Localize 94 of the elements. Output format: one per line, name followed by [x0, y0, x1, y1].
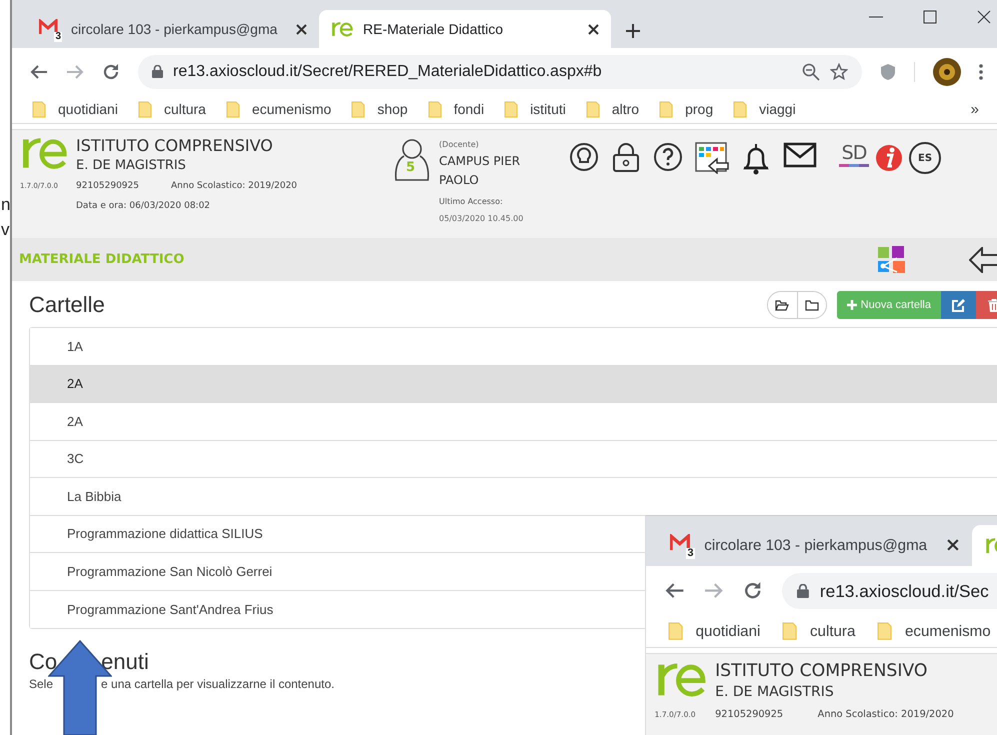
bookmark[interactable]: cultura [138, 100, 206, 118]
collapse-all-button[interactable] [796, 292, 826, 318]
school-title: ISTITUTO COMPRENSIVO [76, 136, 274, 156]
zoom-out-icon[interactable] [802, 62, 820, 80]
url-text: re13.axioscloud.it/Sec [820, 580, 990, 602]
close-icon[interactable] [296, 24, 307, 34]
bookmark[interactable]: ecumenismo [226, 100, 332, 118]
back-icon[interactable] [30, 64, 48, 80]
mail-count: 3 [686, 548, 695, 560]
lock-icon [152, 65, 163, 78]
page-title: MATERIALE DIDATTICO [19, 252, 184, 267]
school-year: Anno Scolastico: 2019/2020 [818, 708, 954, 722]
bookmark[interactable]: ecumenismo [876, 622, 991, 641]
bookmark[interactable]: fondi [428, 100, 484, 118]
escape-icon[interactable]: ES [909, 142, 942, 174]
address-bar[interactable]: re13.axioscloud.it/Secret/RERED_MaterialeDidattico.aspx#b [138, 54, 862, 88]
school-title: ISTITUTO COMPRENSIVO [715, 660, 929, 682]
close-icon[interactable] [977, 10, 991, 24]
close-icon[interactable] [947, 539, 960, 552]
edit-icon [952, 298, 965, 312]
user-number: 5 [406, 160, 416, 175]
folder-icon [733, 100, 748, 118]
bell-icon[interactable] [741, 142, 772, 176]
date-time: Data e ora: 06/03/2020 08:02 [76, 200, 212, 213]
last-access-label: Ultimo Accesso: [439, 196, 504, 208]
folder-item[interactable]: 1A [30, 328, 997, 366]
logo-icon [20, 136, 68, 170]
folder-icon [504, 100, 518, 118]
info-icon[interactable] [875, 142, 904, 172]
folder-icon [659, 100, 674, 118]
browser-tab[interactable]: RE-Materiale Didattico [319, 10, 611, 48]
user-role: (Docente) [439, 139, 480, 151]
section-title: enuti [101, 649, 149, 675]
back-icon[interactable] [665, 582, 685, 600]
user-icon [393, 138, 432, 182]
bookmark[interactable]: viaggi [733, 100, 796, 118]
hint-text: Sele [29, 677, 54, 691]
url-text: re13.axioscloud.it/Secret/RERED_MaterialeDidattico.aspx#b [173, 62, 603, 80]
browser-tab[interactable]: 3 circolare 103 - pierkampus@gma [27, 10, 319, 48]
help-icon[interactable] [653, 142, 684, 172]
folder-icon [804, 300, 819, 310]
sd-logo[interactable]: SD [839, 142, 870, 167]
calendar-icon[interactable] [695, 142, 730, 174]
folder-icon [351, 100, 366, 118]
envelope-icon[interactable] [783, 142, 818, 168]
school-code: 92105290925 [715, 708, 784, 722]
background-text: n [1, 194, 10, 216]
bookmark[interactable]: prog [659, 100, 714, 118]
bookmark[interactable]: cultura [782, 622, 856, 641]
star-icon[interactable] [830, 62, 848, 80]
close-icon[interactable] [588, 24, 599, 34]
mail-count: 3 [54, 32, 62, 42]
edit-button[interactable] [941, 291, 976, 319]
shield-icon[interactable] [880, 62, 896, 80]
school-name: E. DE MAGISTRIS [76, 157, 187, 175]
folder-icon [668, 622, 683, 641]
folder-icon [138, 100, 152, 118]
last-access-time: 05/03/2020 10.45.00 [439, 213, 524, 225]
trash-icon [988, 298, 997, 312]
plus-icon [846, 300, 857, 310]
folder-item[interactable]: 3C [30, 440, 997, 478]
avatar-icon[interactable] [933, 58, 961, 86]
folder-icon [32, 100, 46, 118]
menu-icon[interactable] [979, 64, 983, 80]
bookmark[interactable]: quotidiani [668, 622, 760, 641]
school-code: 92105290925 [76, 180, 139, 193]
reload-icon[interactable] [743, 581, 763, 601]
lock-icon [797, 584, 810, 598]
new-tab-icon[interactable] [625, 23, 641, 39]
reload-icon[interactable] [102, 62, 120, 80]
section-title: Co [29, 649, 58, 675]
hint-text: e una cartella per visualizzarne il contenuto. [101, 677, 334, 691]
folder-item[interactable]: 2A [30, 366, 997, 403]
section-title: Cartelle [29, 292, 105, 318]
logo-icon [331, 21, 353, 37]
maximize-icon[interactable] [923, 10, 937, 24]
bookmark[interactable]: altro [586, 100, 640, 118]
folder-icon [226, 100, 240, 118]
folder-icon [782, 622, 798, 641]
bookmarks-overflow[interactable]: » [970, 100, 979, 118]
bookmark[interactable]: quotidiani [32, 100, 118, 118]
lock-icon[interactable] [611, 142, 642, 172]
school-name: E. DE MAGISTRIS [715, 683, 835, 702]
lightbulb-icon[interactable] [569, 142, 600, 172]
folder-open-icon [775, 300, 790, 310]
folder-icon [586, 100, 600, 118]
user-name: CAMPUS PIER PAOLO [439, 153, 522, 189]
address-bar[interactable]: re13.axioscloud.it/Sec [782, 572, 997, 610]
folder-icon [876, 622, 892, 641]
bookmark[interactable]: istituti [504, 100, 566, 118]
background-text: v [1, 219, 10, 241]
bookmark[interactable]: shop [351, 100, 408, 118]
school-year: Anno Scolastico: 2019/2020 [171, 180, 298, 193]
folder-icon [428, 100, 442, 118]
